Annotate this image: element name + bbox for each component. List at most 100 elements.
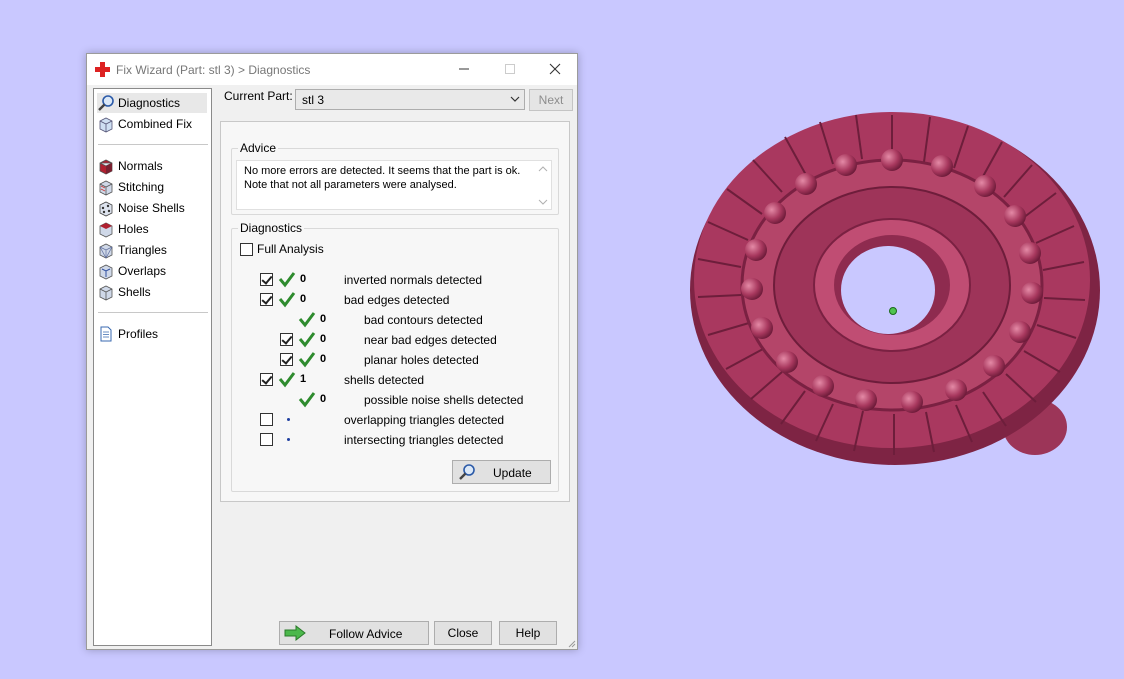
intersecting-triangles-label: intersecting triangles detected (344, 433, 504, 447)
document-icon (100, 326, 112, 342)
pending-dot-icon (287, 438, 290, 441)
noise-shells-icon (99, 201, 113, 217)
shells-checkbox[interactable] (260, 373, 273, 386)
sidebar-item-stitching[interactable]: Stitching (97, 177, 207, 197)
sidebar-item-shells[interactable]: Shells (97, 282, 207, 302)
minimize-icon[interactable] (456, 61, 472, 77)
planar-holes-count: 0 (320, 353, 327, 365)
full-analysis-label: Full Analysis (257, 242, 324, 256)
intersecting-triangles-checkbox[interactable] (260, 433, 273, 446)
diagnostics-group: Diagnostics Full Analysis 0 inverted nor… (231, 221, 559, 492)
current-part-value: stl 3 (302, 93, 325, 107)
close-button[interactable]: Close (434, 621, 492, 645)
update-button[interactable]: Update (452, 460, 551, 484)
normals-cube-icon (99, 159, 113, 175)
inverted-normals-count: 0 (300, 273, 307, 285)
bad-contours-count: 0 (320, 313, 327, 325)
3d-model-view[interactable] (680, 100, 1100, 480)
diagnostics-title: Diagnostics (238, 221, 305, 235)
pending-dot-icon (287, 418, 290, 421)
diagnostics-panel: Advice No more errors are detected. It s… (220, 121, 570, 502)
diagnostic-row-bad-edges: 0 bad edges detected (232, 291, 552, 309)
green-check-icon (298, 312, 316, 328)
shells-cube-icon (99, 285, 113, 301)
sidebar-item-profiles[interactable]: Profiles (97, 324, 207, 344)
title-bar[interactable]: Fix Wizard (Part: stl 3) > Diagnostics (87, 54, 577, 85)
fix-wizard-window: Fix Wizard (Part: stl 3) > Diagnostics D… (86, 53, 578, 650)
help-button[interactable]: Help (499, 621, 557, 645)
current-part-select[interactable]: stl 3 (295, 89, 525, 110)
diagnostic-row-near-bad-edges: 0 near bad edges detected (232, 331, 552, 349)
sidebar-item-label: Shells (118, 285, 151, 299)
inverted-normals-checkbox[interactable] (260, 273, 273, 286)
pivot-point-icon[interactable] (889, 307, 897, 315)
noise-shells-label: possible noise shells detected (364, 393, 524, 407)
sidebar-item-noise-shells[interactable]: Noise Shells (97, 198, 207, 218)
bad-edges-count: 0 (300, 293, 307, 305)
diagnostic-row-bad-contours: 0 bad contours detected (232, 311, 552, 329)
diagnostic-row-noise-shells: 0 possible noise shells detected (232, 391, 552, 409)
green-arrow-icon (284, 625, 306, 641)
sidebar-item-label: Noise Shells (118, 201, 185, 215)
sidebar-item-label: Triangles (118, 243, 167, 257)
advice-title: Advice (238, 141, 279, 155)
green-check-icon (278, 372, 296, 388)
green-check-icon (298, 332, 316, 348)
sidebar-item-combined-fix[interactable]: Combined Fix (97, 114, 207, 134)
near-bad-edges-checkbox[interactable] (280, 333, 293, 346)
sidebar-divider (98, 312, 208, 313)
planar-holes-checkbox[interactable] (280, 353, 293, 366)
triangles-cube-icon (99, 243, 113, 259)
diagnostic-row-inverted-normals: 0 inverted normals detected (232, 271, 552, 289)
diagnostic-row-shells: 1 shells detected (232, 371, 552, 389)
full-analysis-option[interactable]: Full Analysis (240, 242, 324, 256)
cube-icon (99, 117, 113, 133)
sidebar-item-triangles[interactable]: Triangles (97, 240, 207, 260)
advice-scrollbar[interactable] (536, 162, 550, 209)
holes-cube-icon (99, 222, 113, 238)
advice-text-box: No more errors are detected. It seems th… (236, 160, 552, 210)
bad-edges-label: bad edges detected (344, 293, 450, 307)
advice-line-2: Note that not all parameters were analys… (244, 179, 457, 191)
planar-holes-label: planar holes detected (364, 353, 479, 367)
follow-advice-button[interactable]: Follow Advice (279, 621, 429, 645)
overlapping-triangles-checkbox[interactable] (260, 413, 273, 426)
stitching-cube-icon (99, 180, 113, 196)
sidebar-item-label: Combined Fix (118, 117, 193, 131)
diagnostic-row-intersecting-triangles: intersecting triangles detected (232, 431, 552, 449)
sidebar-item-normals[interactable]: Normals (97, 156, 207, 176)
bad-contours-label: bad contours detected (364, 313, 483, 327)
sidebar-item-label: Overlaps (118, 264, 167, 278)
current-part-label: Current Part: (224, 89, 293, 103)
noise-shells-count: 0 (320, 393, 327, 405)
shells-count: 1 (300, 373, 307, 385)
sidebar-item-diagnostics[interactable]: Diagnostics (97, 93, 207, 113)
sidebar: Diagnostics Combined Fix Normals Stitchi… (93, 88, 212, 646)
overlaps-cube-icon (99, 264, 113, 280)
next-button[interactable]: Next (529, 89, 573, 111)
diagnostic-row-planar-holes: 0 planar holes detected (232, 351, 552, 369)
shells-label: shells detected (344, 373, 425, 387)
window-title: Fix Wizard (Part: stl 3) > Diagnostics (116, 63, 311, 77)
advice-group: Advice No more errors are detected. It s… (231, 141, 559, 215)
near-bad-edges-label: near bad edges detected (364, 333, 497, 347)
green-check-icon (278, 272, 296, 288)
maximize-icon[interactable] (502, 61, 518, 77)
sidebar-item-holes[interactable]: Holes (97, 219, 207, 239)
full-analysis-checkbox[interactable] (240, 242, 253, 256)
sidebar-item-label: Diagnostics (118, 96, 181, 110)
magnifier-icon (459, 464, 475, 480)
sidebar-item-label: Stitching (118, 180, 165, 194)
green-check-icon (298, 352, 316, 368)
sidebar-item-label: Profiles (118, 327, 159, 341)
inverted-normals-label: inverted normals detected (344, 273, 483, 287)
diagnostic-row-overlapping-triangles: overlapping triangles detected (232, 411, 552, 429)
resize-grip-icon[interactable] (566, 638, 576, 648)
model-center-hole (841, 246, 935, 334)
sidebar-item-overlaps[interactable]: Overlaps (97, 261, 207, 281)
sidebar-item-label: Normals (118, 159, 163, 173)
close-icon[interactable] (547, 61, 563, 77)
update-label: Update (493, 466, 532, 480)
sidebar-divider (98, 144, 208, 145)
bad-edges-checkbox[interactable] (260, 293, 273, 306)
